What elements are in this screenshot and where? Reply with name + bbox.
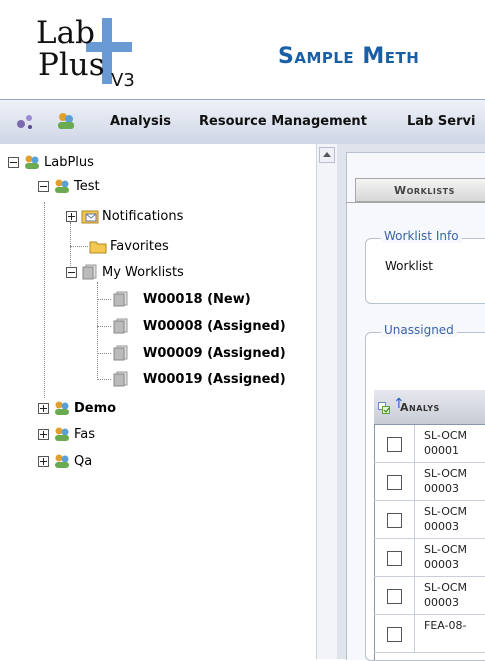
row-checkbox[interactable] [387,589,402,604]
row-text: SL-OCM 00003 [424,467,468,495]
tree-connector [97,282,98,378]
user-group-icon [55,179,69,193]
table-row[interactable]: SL-OCM 00001 [374,425,485,463]
select-all-checkbox-icon[interactable] [378,402,390,414]
column-divider [414,615,415,652]
user-group-icon [55,454,69,468]
unassigned-legend: Unassigned [381,323,457,337]
collapse-icon[interactable] [8,156,19,168]
logo-text-plus: Plus [38,47,105,83]
column-header-analysis[interactable]: Analys [400,401,440,414]
column-divider [414,425,415,462]
table-row[interactable]: FEA-08- [374,615,485,653]
expand-icon[interactable] [38,455,49,467]
tree-node-worklist[interactable]: W00009 (Assigned) [112,343,286,363]
settings-cluster-icon[interactable] [14,110,36,132]
tree-node-fas[interactable]: Fas [38,424,95,444]
tree-node-worklist[interactable]: W00008 (Assigned) [112,316,286,336]
row-text: SL-OCM 00003 [424,543,468,571]
expand-icon[interactable] [38,402,49,414]
document-stack-icon [113,291,128,307]
tree-connector [97,299,111,300]
user-group-icon [55,427,69,441]
tree-node-worklist[interactable]: W00019 (Assigned) [112,369,286,389]
column-divider [414,501,415,538]
tree-connector [97,379,111,380]
tree-node-worklist[interactable]: W00018 (New) [112,289,251,309]
row-checkbox[interactable] [387,627,402,642]
tab-divider [346,202,485,203]
tree-node-label: W00019 (Assigned) [143,371,286,387]
menu-item-lab-services[interactable]: Lab Servi [407,114,475,129]
table-row[interactable]: SL-OCM 00003 [374,501,485,539]
tree-node-label: Test [74,178,100,194]
tab-worklists[interactable]: Worklists [355,178,485,202]
tree-connector [97,353,111,354]
column-divider [414,463,415,500]
worklist-info-legend: Worklist Info [381,229,462,243]
logo-text-lab: Lab [36,15,95,51]
tree-node-label: Notifications [102,208,184,224]
user-group-icon[interactable] [55,110,77,132]
tree-node-label: W00009 (Assigned) [143,345,286,361]
collapse-icon[interactable] [38,180,49,192]
main-menubar: Analysis Resource Management Lab Servi [0,99,485,145]
tree-node-label: Qa [74,453,93,469]
tree-node-label: W00008 (Assigned) [143,318,286,334]
row-checkbox[interactable] [387,551,402,566]
tree-node-label: My Worklists [102,264,184,280]
tree-node-label: Favorites [110,238,169,254]
column-divider [414,539,415,576]
row-checkbox[interactable] [387,437,402,452]
table-row[interactable]: SL-OCM 00003 [374,577,485,615]
document-stack-icon [113,371,128,387]
scroll-up-arrow-icon[interactable] [319,147,335,163]
table-row[interactable]: SL-OCM 00003 [374,539,485,577]
table-row[interactable]: SL-OCM 00003 [374,463,485,501]
tree-connector [44,202,45,398]
tree-connector [70,222,71,266]
tree-node-label: Demo [74,400,117,416]
row-text: SL-OCM 00003 [424,505,468,533]
document-stack-icon [113,318,128,334]
row-checkbox[interactable] [387,513,402,528]
tree-node-demo[interactable]: Demo [38,398,116,418]
column-divider [414,577,415,614]
tree-node-favorites[interactable]: Favorites [89,236,169,256]
row-text: SL-OCM 00001 [424,429,468,457]
table-header: ↑ Analys [374,390,485,425]
tree-node-label: LabPlus [44,154,94,170]
tree-scrollbar[interactable] [316,144,337,659]
menu-item-resource-management[interactable]: Resource Management [199,114,367,129]
tree-node-labplus[interactable]: LabPlus [8,152,94,172]
mail-folder-icon [81,210,99,224]
app-title: Sample Meth [278,44,420,69]
expand-icon[interactable] [66,210,77,222]
expand-icon[interactable] [38,428,49,440]
tree-connector [70,246,88,247]
collapse-icon[interactable] [66,266,77,278]
app-header: Lab Plus V3 Sample Meth [0,0,485,98]
labplus-logo: Lab Plus V3 [36,16,161,92]
tree-node-notifications[interactable]: Notifications [66,206,183,226]
row-text: FEA-08- [424,619,467,632]
tree-node-label: W00018 (New) [143,291,251,307]
tree-connector [97,326,111,327]
tree-node-my-worklists[interactable]: My Worklists [66,262,184,282]
tree-node-test[interactable]: Test [38,176,100,196]
document-stack-icon [113,345,128,361]
menu-item-analysis[interactable]: Analysis [110,114,171,129]
user-group-icon [25,155,39,169]
row-checkbox[interactable] [387,475,402,490]
folder-icon [89,241,107,254]
worklist-label: Worklist [385,259,434,273]
row-text: SL-OCM 00003 [424,581,468,609]
logo-version: V3 [111,70,135,91]
tree-node-qa[interactable]: Qa [38,451,92,471]
document-stack-icon [82,264,97,280]
user-group-icon [55,401,69,415]
tree-node-label: Fas [74,426,96,442]
